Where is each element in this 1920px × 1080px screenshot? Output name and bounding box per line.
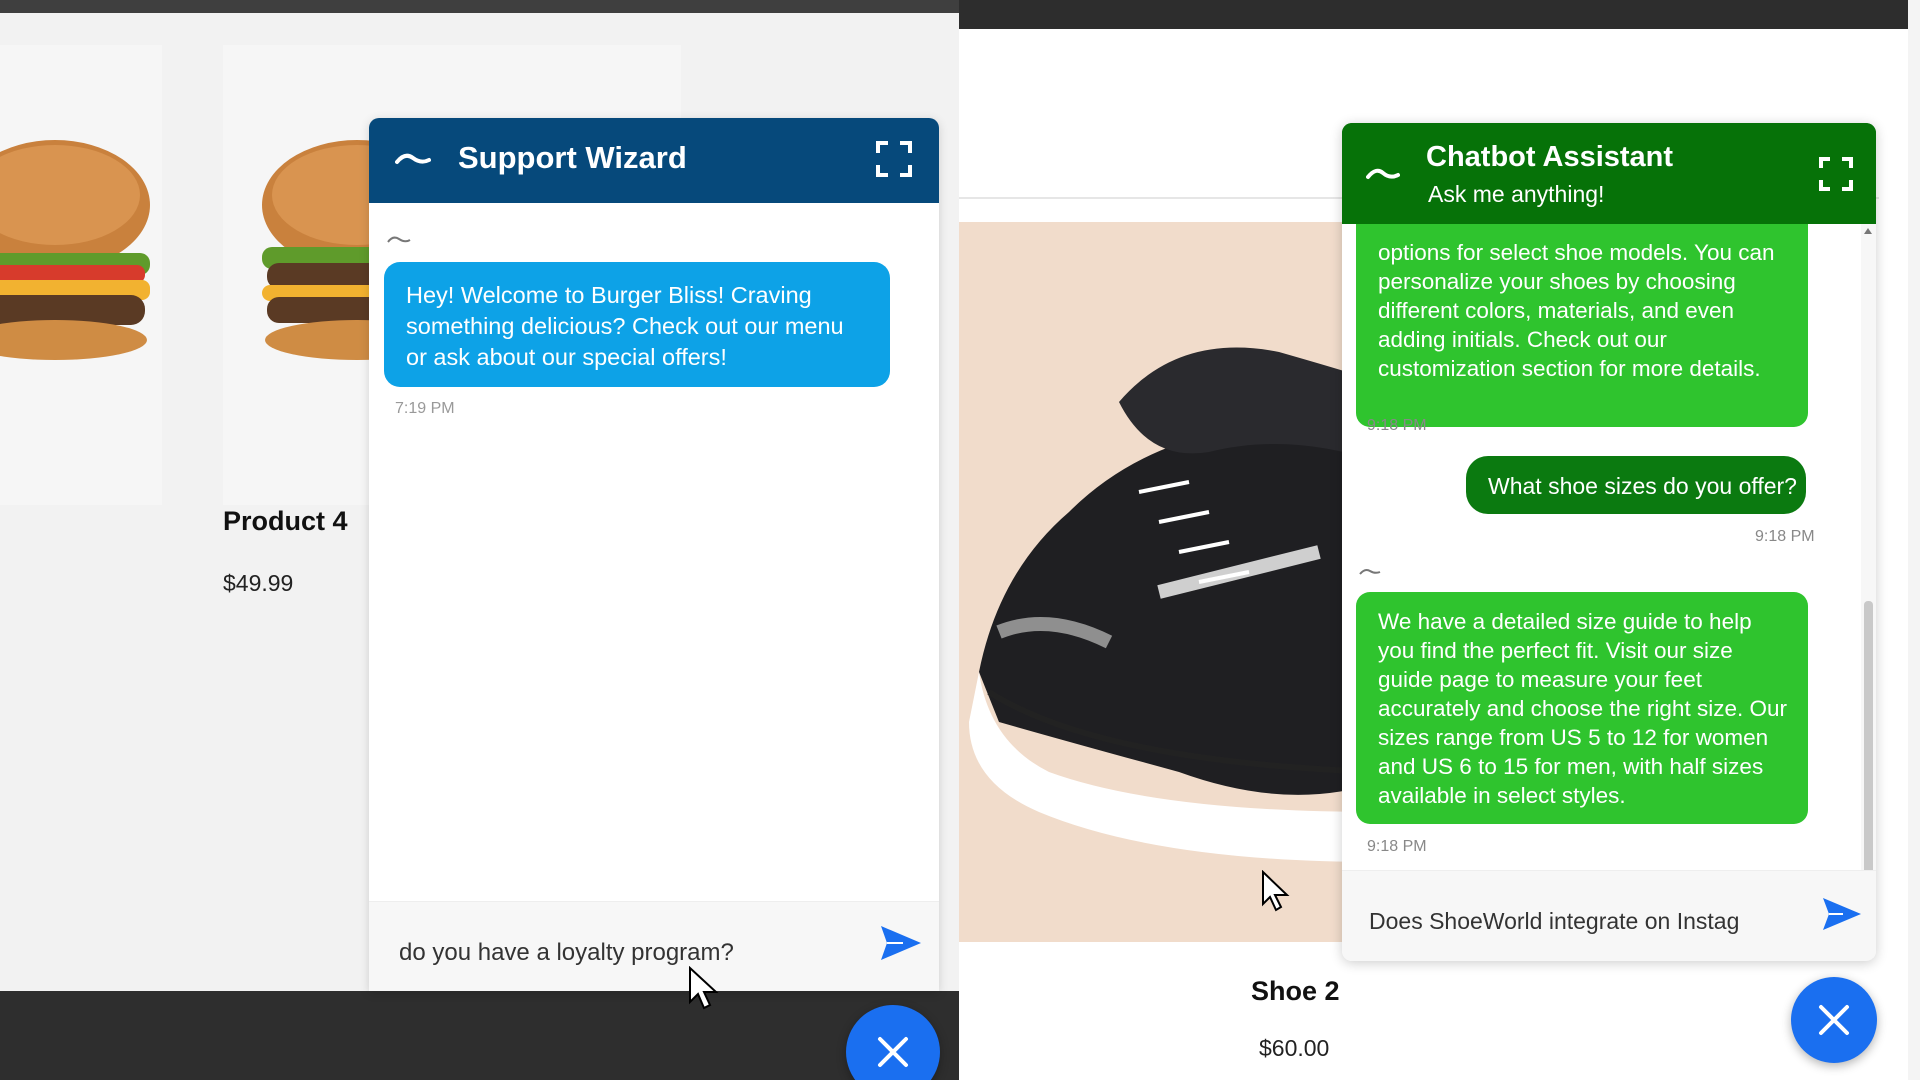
bot-message-bubble: options for select shoe models. You can … (1356, 201, 1808, 427)
paper-plane-icon[interactable] (879, 924, 923, 962)
bot-message-bubble: We have a detailed size guide to help yo… (1356, 592, 1808, 824)
wave-icon (1366, 168, 1400, 179)
chat-close-button[interactable] (1791, 977, 1877, 1063)
browser-top-bar (0, 0, 959, 13)
scroll-up-arrow-icon[interactable] (1864, 228, 1872, 234)
bot-avatar-wave-icon (387, 236, 411, 243)
chat-message-input[interactable] (1369, 905, 1799, 937)
sneaker-image (969, 347, 1379, 862)
browser-top-bar (959, 0, 1920, 29)
product-card[interactable] (0, 45, 162, 505)
product-name: Product 4 (223, 506, 348, 536)
message-timestamp: 9:18 PM (1367, 838, 1427, 855)
support-wizard-chat-window: Support Wizard Hey! Welcome to Burger Bl… (369, 118, 939, 991)
bot-message-bubble: Hey! Welcome to Burger Bliss! Craving so… (384, 262, 890, 387)
product-name: Shoe 2 (1251, 976, 1340, 1006)
user-message-bubble: What shoe sizes do you offer? (1466, 456, 1806, 514)
fullscreen-icon[interactable] (1818, 156, 1854, 192)
chat-header: Support Wizard (369, 118, 939, 203)
product-price: $60.00 (1259, 1035, 1330, 1061)
page-bottom-bar (0, 991, 959, 1080)
paper-plane-icon[interactable] (1821, 896, 1863, 932)
chat-title: Support Wizard (458, 140, 687, 175)
chat-header-cover: Chatbot Assistant Ask me anything! (1342, 123, 1876, 224)
chatbot-assistant-window: Chatbot Assistant Ask me anything! optio… (1342, 123, 1876, 961)
burger-image (0, 140, 150, 360)
close-icon (1819, 1005, 1849, 1035)
message-timestamp: 9:18 PM (1367, 417, 1427, 434)
chat-scrollbar[interactable] (1861, 224, 1876, 961)
fullscreen-icon[interactable] (875, 140, 913, 178)
chat-message-input[interactable] (399, 936, 869, 970)
shoe-product-image[interactable] (959, 222, 1379, 942)
chat-title: Chatbot Assistant (1426, 141, 1674, 173)
wave-icon (395, 153, 431, 164)
page-scrollbar[interactable] (1908, 0, 1920, 1080)
right-browser-pane: Shoe 2 $60.00 Chatbot Assistant Ask me a… (959, 0, 1920, 1080)
mouse-cursor-icon (1262, 870, 1290, 912)
left-browser-pane: Product 4 $49.99 Support Wizard Hey! Wel… (0, 0, 959, 1080)
product-price: $49.99 (223, 570, 294, 596)
message-timestamp: 9:18 PM (1755, 528, 1815, 545)
close-icon (878, 1037, 908, 1067)
chat-subtitle: Ask me anything! (1428, 181, 1605, 207)
message-timestamp: 7:19 PM (395, 400, 455, 417)
bot-avatar-wave-icon (1359, 569, 1381, 575)
mouse-cursor-icon (689, 966, 719, 1010)
